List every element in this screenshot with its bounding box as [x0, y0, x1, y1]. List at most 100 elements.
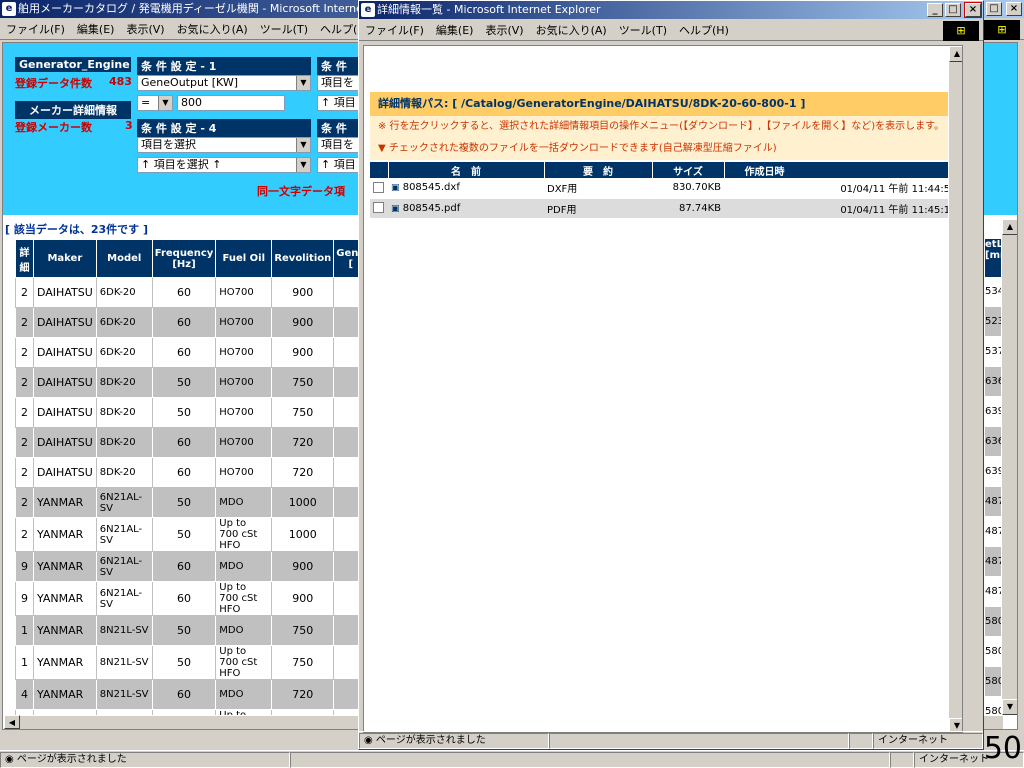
file-checkbox[interactable] — [373, 182, 384, 193]
cell-model: 8N21L-SV — [95, 679, 153, 710]
cell-d[interactable]: 2 — [15, 427, 34, 458]
cell-d[interactable]: 2 — [15, 517, 34, 552]
menu-view[interactable]: 表示(V) — [126, 21, 164, 37]
col-header-model[interactable]: Model — [95, 239, 153, 278]
scroll-left-button[interactable]: ◀ — [4, 715, 20, 729]
cell-maker: DAIHATSU — [33, 277, 97, 308]
cell-d[interactable]: 4 — [15, 679, 34, 710]
menu-tools[interactable]: ツール(T) — [260, 21, 308, 37]
file-name[interactable]: 808545.dxf — [403, 182, 460, 193]
cell-rev: 1000 — [271, 487, 335, 518]
table-row[interactable]: 2YANMAR6N21AL-SV50MDO10008 — [15, 487, 369, 518]
maker-detail-button[interactable]: メーカー詳細情報 — [15, 101, 131, 119]
table-row[interactable]: 2DAIHATSU8DK-2050HO7007508 — [15, 367, 369, 398]
cell-rev: 720 — [271, 427, 335, 458]
cell-d[interactable]: 2 — [15, 457, 34, 488]
cell-rev: 900 — [271, 551, 335, 582]
popup-menu-tools[interactable]: ツール(T) — [619, 22, 667, 38]
file-checkbox[interactable] — [373, 202, 384, 214]
popup-menu-view[interactable]: 表示(V) — [485, 22, 523, 38]
main-statusbar: ◉ ページが表示されました インターネット — [0, 750, 1024, 768]
cond2-select[interactable]: 項目を — [317, 75, 359, 91]
cond5-select[interactable]: 項目を — [317, 137, 359, 153]
cell-d[interactable]: 9 — [15, 551, 34, 582]
cell-d[interactable]: 2 — [15, 337, 34, 368]
table-row[interactable]: 2DAIHATSU6DK-2060HO7009008 — [15, 337, 369, 368]
menu-favorites[interactable]: お気に入り(A) — [177, 21, 248, 37]
cell-rev: 750 — [271, 645, 335, 680]
table-row[interactable]: 2DAIHATSU8DK-2060HO7007208 — [15, 457, 369, 488]
cell-freq: 60 — [151, 581, 217, 616]
cell-fuel: Up to 700 cSt HFO — [215, 517, 273, 552]
cell-fuel: MDO — [215, 551, 273, 582]
cell-freq: 60 — [151, 337, 217, 368]
page-loaded-icon: ◉ — [5, 753, 17, 765]
cell-model: 6N21AL-SV — [95, 517, 153, 552]
close-button[interactable]: × — [1006, 2, 1022, 16]
cell-d[interactable]: 9 — [15, 581, 34, 616]
col-header-frequency[interactable]: Frequency [Hz] — [151, 239, 217, 278]
windows-logo-icon: ⊞ — [984, 20, 1020, 40]
popup-menubar: ファイル(F) 編集(E) 表示(V) お気に入り(A) ツール(T) ヘルプ(… — [359, 19, 983, 41]
table-row[interactable]: 2DAIHATSU6DK-2060HO7009008 — [15, 277, 369, 308]
cond1-operator-select[interactable]: = ▼ — [137, 95, 173, 111]
scroll-down-button[interactable]: ▼ — [1002, 699, 1017, 715]
popup-minimize-button[interactable]: _ — [927, 3, 943, 17]
cell-rev: 720 — [271, 679, 335, 710]
table-row[interactable]: 9YANMAR6N21AL-SV60Up to 700 cSt HFO9008 — [15, 581, 369, 616]
cell-model: 6N21AL-SV — [95, 581, 153, 616]
cell-d[interactable]: 1 — [15, 615, 34, 646]
cell-freq: 60 — [151, 277, 217, 308]
col-header-revolution[interactable]: Revolition — [271, 239, 335, 278]
cond1-value-input[interactable]: 800 — [177, 95, 285, 111]
cond1-select[interactable]: GeneOutput [KW] ▼ — [137, 75, 311, 91]
file-col-date: 作成日時 — [724, 162, 960, 178]
table-row[interactable]: 1YANMAR8N21L-SV50Up to 700 cSt HFO7508 — [15, 645, 369, 680]
col-header-maker[interactable]: Maker — [33, 239, 97, 278]
cell-d[interactable]: 2 — [15, 277, 34, 308]
table-row[interactable]: 2DAIHATSU6DK-2060HO7009008 — [15, 307, 369, 338]
cond4-select[interactable]: 項目を選択 ▼ — [137, 137, 311, 153]
col-header-fuel[interactable]: Fuel Oil — [215, 239, 273, 278]
popup-scroll-up-button[interactable]: ▲ — [949, 46, 962, 62]
menu-edit[interactable]: 編集(E) — [77, 21, 115, 37]
table-row[interactable]: 1YANMAR8N21L-SV50MDO7508 — [15, 615, 369, 646]
file-name[interactable]: 808545.pdf — [403, 203, 461, 214]
scroll-up-button[interactable]: ▲ — [1002, 219, 1017, 235]
table-row[interactable]: 2DAIHATSU8DK-2050HO7007508 — [15, 397, 369, 428]
cond4-sort-select[interactable]: ↑ 項目を選択 ↑ ▼ — [137, 157, 311, 173]
popup-close-button[interactable]: × — [964, 2, 982, 18]
note-bulk-download[interactable]: ▼ チェックされた複数のファイルを一括ダウンロードできます(自己解凍型圧縮ファイ… — [370, 138, 960, 160]
cell-rev: 720 — [271, 457, 335, 488]
popup-menu-edit[interactable]: 編集(E) — [436, 22, 474, 38]
cell-d[interactable]: 2 — [15, 397, 34, 428]
cond5-sort-select[interactable]: ↑ 項目 — [317, 157, 359, 173]
popup-menu-file[interactable]: ファイル(F) — [365, 22, 424, 38]
table-row[interactable]: 9YANMAR6N21AL-SV60MDO9008 — [15, 551, 369, 582]
main-vertical-scrollbar[interactable]: ▲ ▼ — [1001, 219, 1017, 715]
file-size: 87.74KB — [652, 198, 724, 219]
cell-d[interactable]: 2 — [15, 307, 34, 338]
maximize-button[interactable]: □ — [986, 2, 1002, 16]
table-row[interactable]: 4YANMAR8N21L-SV60MDO7208 — [15, 679, 369, 710]
menu-file[interactable]: ファイル(F) — [6, 21, 65, 37]
file-row[interactable]: ▣ 808545.dxf DXF用 830.70KB 01/04/11 午前 11:4… — [370, 178, 960, 199]
cond2-sort-select[interactable]: ↑ 項目 — [317, 95, 359, 111]
cell-freq: 60 — [151, 551, 217, 582]
cell-d[interactable]: 2 — [15, 367, 34, 398]
popup-vertical-scrollbar[interactable]: ▲ ▼ — [948, 46, 962, 732]
table-row[interactable]: 2DAIHATSU8DK-2060HO7007208 — [15, 427, 369, 458]
file-row[interactable]: ▣ 808545.pdf PDF用 87.74KB 01/04/11 午前 11:45… — [370, 198, 960, 219]
cell-d[interactable]: 2 — [15, 487, 34, 518]
cell-d[interactable]: 1 — [15, 645, 34, 680]
files-table: 名 前 要 約 サイズ 作成日時 ▣ 808545.dxf DXF用 830.70K… — [370, 162, 960, 219]
cell-fuel: Up to 700 cSt HFO — [215, 581, 273, 616]
table-row[interactable]: 2YANMAR6N21AL-SV50Up to 700 cSt HFO10008 — [15, 517, 369, 552]
popup-zone-text: インターネット — [873, 732, 983, 749]
cell-model: 8DK-20 — [95, 427, 153, 458]
cell-model: 8DK-20 — [95, 457, 153, 488]
maker-count-label: 登録メーカー数 — [15, 121, 92, 134]
popup-menu-favorites[interactable]: お気に入り(A) — [536, 22, 607, 38]
popup-maximize-button[interactable]: □ — [945, 3, 961, 17]
popup-menu-help[interactable]: ヘルプ(H) — [679, 22, 729, 38]
